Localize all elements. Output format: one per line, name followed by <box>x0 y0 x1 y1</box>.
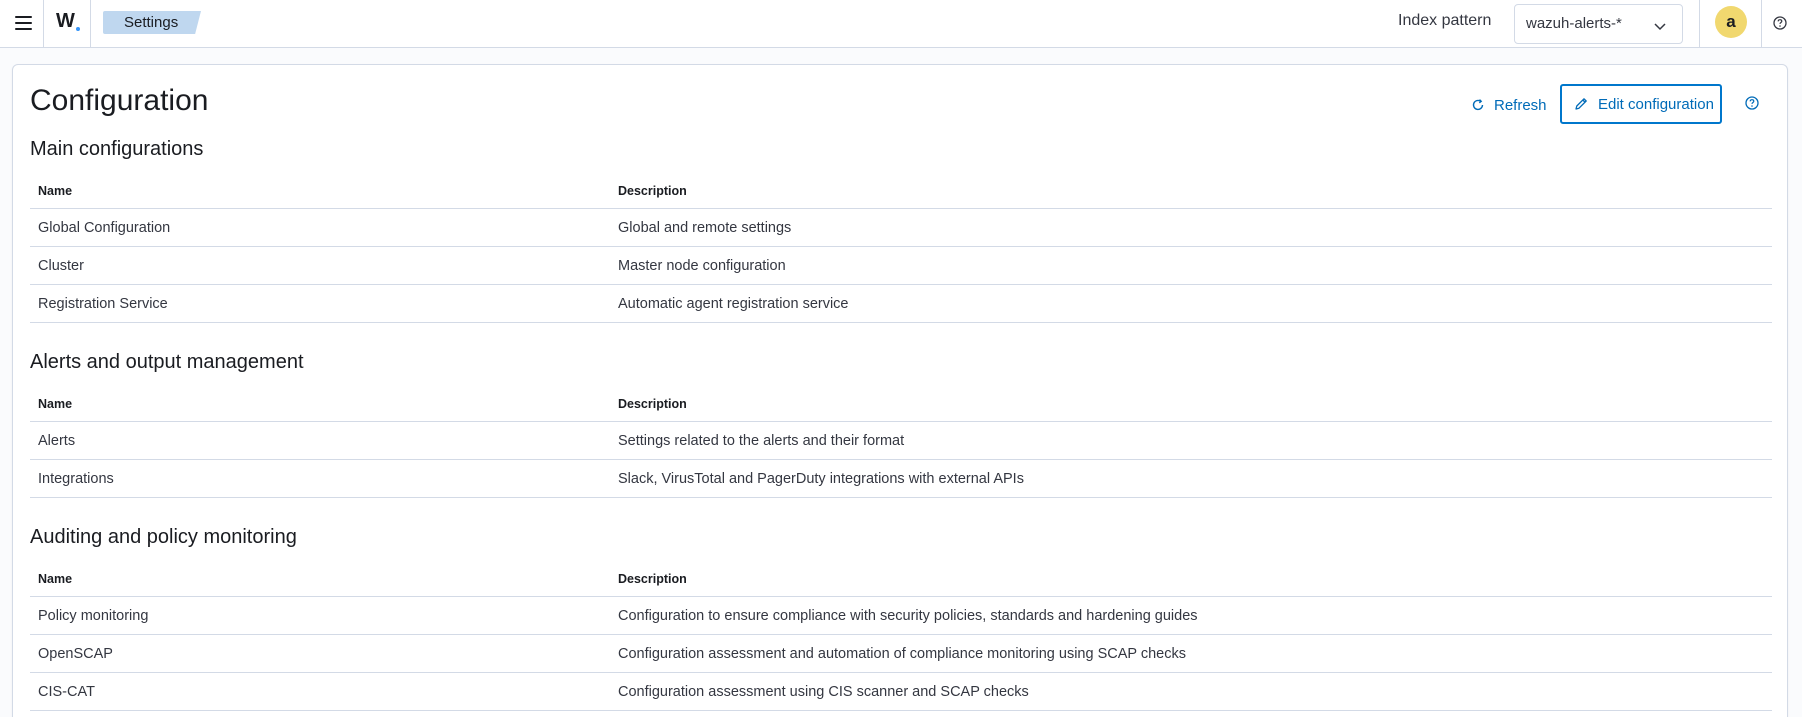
column-header-name: Name <box>38 572 73 586</box>
column-header-description: Description <box>618 572 687 586</box>
pencil-icon <box>1575 98 1587 110</box>
auditing-policy-table: Name Description Policy monitoring Confi… <box>30 559 1772 711</box>
help-icon[interactable] <box>1772 15 1788 31</box>
row-description: Global and remote settings <box>618 220 792 236</box>
divider <box>1761 0 1762 48</box>
row-description: Master node configuration <box>618 258 786 274</box>
section-title-auditing: Auditing and policy monitoring <box>30 526 297 548</box>
column-header-name: Name <box>38 184 73 198</box>
index-pattern-select[interactable]: wazuh-alerts-* <box>1514 4 1683 44</box>
row-name: Integrations <box>38 471 114 487</box>
row-description: Slack, VirusTotal and PagerDuty integrat… <box>618 471 1024 487</box>
section-title-main: Main configurations <box>30 138 204 160</box>
page-title: Configuration <box>30 84 209 117</box>
table-row[interactable]: OpenSCAP Configuration assessment and au… <box>30 635 1772 673</box>
logo-dot <box>76 27 80 31</box>
row-name: OpenSCAP <box>38 646 113 662</box>
row-name: Alerts <box>38 433 76 449</box>
row-description: Configuration assessment using CIS scann… <box>618 684 1029 700</box>
table-row[interactable]: Integrations Slack, VirusTotal and Pager… <box>30 460 1772 498</box>
user-avatar[interactable]: a <box>1715 6 1747 38</box>
chevron-down-icon <box>1654 23 1666 31</box>
row-description: Configuration assessment and automation … <box>618 646 1186 662</box>
column-header-description: Description <box>618 184 687 198</box>
row-name: Registration Service <box>38 296 168 312</box>
table-header: Name Description <box>30 559 1772 597</box>
refresh-button[interactable]: Refresh <box>1470 85 1547 125</box>
section-title-alerts: Alerts and output management <box>30 351 304 373</box>
help-icon[interactable] <box>1744 95 1760 111</box>
menu-icon[interactable] <box>8 8 38 38</box>
table-header: Name Description <box>30 384 1772 422</box>
table-row[interactable]: Alerts Settings related to the alerts an… <box>30 422 1772 460</box>
table-row[interactable]: Policy monitoring Configuration to ensur… <box>30 597 1772 635</box>
edit-configuration-button[interactable]: Edit configuration <box>1560 84 1722 124</box>
table-header: Name Description <box>30 171 1772 209</box>
divider <box>90 0 91 48</box>
index-pattern-value: wazuh-alerts-* <box>1526 15 1622 32</box>
row-name: CIS-CAT <box>38 684 95 700</box>
alerts-output-table: Name Description Alerts Settings related… <box>30 384 1772 498</box>
row-name: Global Configuration <box>38 220 171 236</box>
index-pattern-label: Index pattern <box>1398 12 1492 29</box>
breadcrumb-settings[interactable]: Settings <box>103 11 201 34</box>
table-row[interactable]: CIS-CAT Configuration assessment using C… <box>30 673 1772 711</box>
wazuh-logo[interactable]: W <box>56 10 75 33</box>
divider <box>1699 0 1700 48</box>
divider <box>43 0 44 48</box>
table-row[interactable]: Cluster Master node configuration <box>30 247 1772 285</box>
row-name: Cluster <box>38 258 84 274</box>
row-description: Automatic agent registration service <box>618 296 849 312</box>
edit-configuration-label: Edit configuration <box>1598 95 1714 113</box>
column-header-name: Name <box>38 397 73 411</box>
row-name: Policy monitoring <box>38 608 149 624</box>
main-configurations-table: Name Description Global Configuration Gl… <box>30 171 1772 323</box>
column-header-description: Description <box>618 397 687 411</box>
refresh-icon <box>1472 99 1484 111</box>
configuration-panel: Configuration Refresh Edit configuration… <box>12 64 1788 717</box>
table-row[interactable]: Registration Service Automatic agent reg… <box>30 285 1772 323</box>
row-description: Settings related to the alerts and their… <box>618 433 905 449</box>
top-bar: W Settings Index pattern wazuh-alerts-* … <box>0 0 1802 48</box>
row-description: Configuration to ensure compliance with … <box>618 608 1198 624</box>
refresh-label: Refresh <box>1494 96 1547 114</box>
table-row[interactable]: Global Configuration Global and remote s… <box>30 209 1772 247</box>
